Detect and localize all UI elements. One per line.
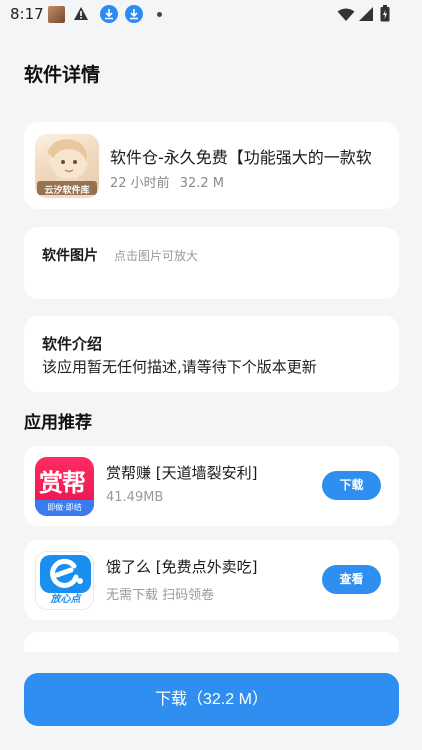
app-icon: 云汐软件库 (35, 134, 99, 198)
app-icon-caption: 云汐软件库 (44, 186, 90, 196)
recommend-title: 应用推荐 (24, 413, 92, 433)
rec-app-size: 41.49MB (106, 490, 164, 505)
app-icon-logo (40, 555, 91, 593)
warning-icon (73, 6, 89, 25)
list-item[interactable] (24, 632, 399, 652)
app-icon: 赏帮 即做·即结 (35, 457, 94, 516)
view-button[interactable]: 查看 (322, 565, 381, 594)
app-size: 32.2 M (179, 176, 224, 191)
intro-description: 该应用暂无任何描述,请等待下个版本更新 (42, 358, 317, 376)
intro-title: 软件介绍 (42, 335, 103, 353)
app-meta: 22 小时前 32.2 M (110, 172, 224, 191)
list-item[interactable]: 放心点 饿了么 [免费点外卖吃] 无需下载 扫码领卷 查看 (24, 540, 399, 620)
app-summary-card[interactable]: 云汐软件库 软件仓-永久免费【功能强大的一款软 22 小时前 32.2 M (24, 122, 399, 209)
intro-card: 软件介绍 该应用暂无任何描述,请等待下个版本更新 (24, 316, 399, 392)
status-time: 8:17 (10, 5, 44, 23)
wifi-icon (337, 7, 355, 26)
download-icon (125, 5, 143, 23)
rec-app-subtitle: 无需下载 扫码领卷 (106, 588, 215, 603)
dot-icon (157, 12, 162, 17)
download-icon (100, 5, 118, 23)
app-icon-text: 赏帮 (39, 469, 86, 497)
main-download-button[interactable]: 下载（32.2 M） (24, 673, 399, 726)
page-title: 软件详情 (24, 64, 101, 86)
rec-app-name: 赏帮赚 [天道墙裂安利] (106, 464, 258, 482)
avatar-icon (48, 6, 65, 23)
battery-icon (380, 5, 390, 26)
status-bar: 8:17 (0, 0, 422, 28)
app-icon: 放心点 (35, 551, 94, 610)
app-name: 软件仓-永久免费【功能强大的一款软 (110, 148, 372, 167)
download-button[interactable]: 下载 (322, 471, 381, 500)
screenshots-title: 软件图片 (42, 248, 98, 264)
app-icon-banner: 放心点 (50, 594, 81, 605)
app-icon-banner: 即做·即结 (35, 500, 94, 516)
screenshots-card[interactable]: 软件图片 点击图片可放大 (24, 227, 399, 299)
screenshots-hint: 点击图片可放大 (114, 249, 199, 263)
signal-icon (358, 6, 374, 26)
rec-app-name: 饿了么 [免费点外卖吃] (106, 558, 258, 576)
list-item[interactable]: 赏帮 即做·即结 赏帮赚 [天道墙裂安利] 41.49MB 下载 (24, 446, 399, 526)
app-updated-time: 22 小时前 (110, 176, 170, 191)
